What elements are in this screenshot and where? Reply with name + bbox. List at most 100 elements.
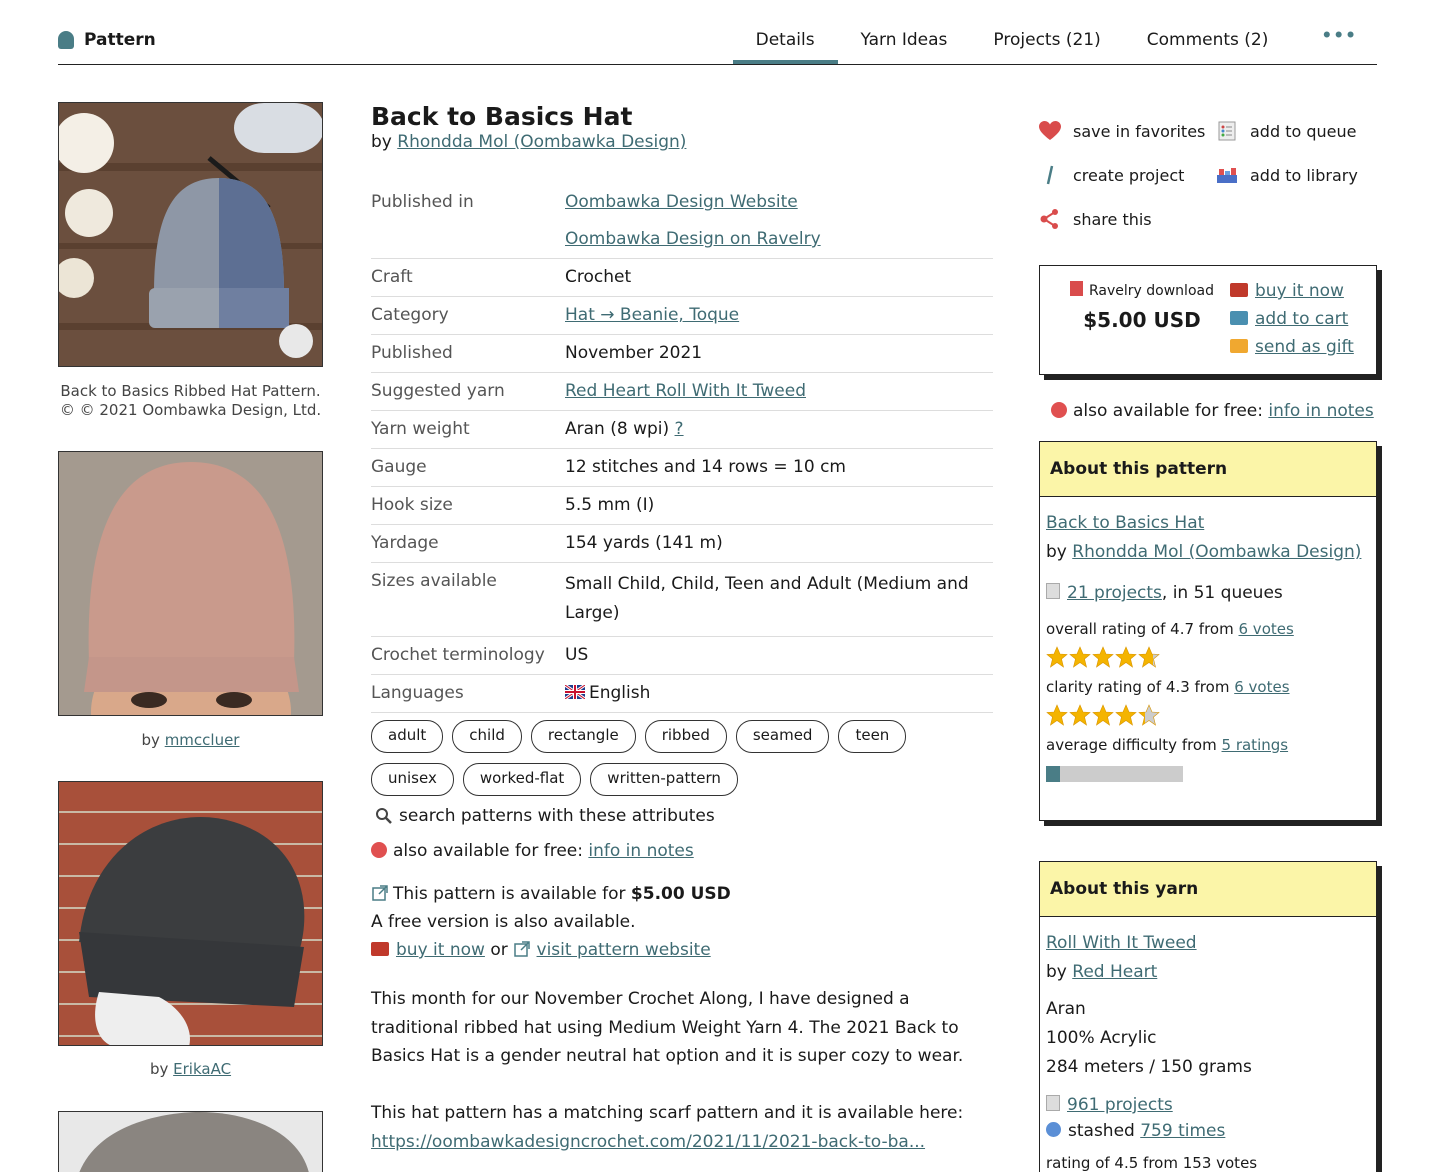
byline-by: by bbox=[371, 132, 392, 152]
buy-it-now-link[interactable]: buy it now bbox=[1255, 281, 1344, 301]
source-link-website[interactable]: Oombawka Design Website bbox=[565, 191, 993, 213]
designer-link[interactable]: Rhondda Mol (Oombawka Design) bbox=[397, 132, 686, 152]
about-pattern-panel: About this pattern Back to Basics Hat by… bbox=[1039, 441, 1377, 821]
rating-star bbox=[1138, 646, 1160, 668]
pattern-photo-4[interactable] bbox=[58, 1111, 323, 1172]
free-availability: also available for free: info in notes bbox=[371, 837, 694, 865]
add-queue-button[interactable]: add to queue bbox=[1216, 118, 1376, 144]
tag-teen[interactable]: teen bbox=[838, 720, 907, 753]
overall-votes-link[interactable]: 6 votes bbox=[1239, 620, 1294, 638]
magnifier-icon bbox=[376, 808, 392, 824]
save-favorites-label: save in favorites bbox=[1073, 121, 1206, 141]
tag-unisex[interactable]: unisex bbox=[371, 763, 454, 796]
detail-key: Sizes available bbox=[371, 571, 497, 591]
external-link-icon bbox=[514, 941, 530, 957]
purchase-options: buy it now add to cart send as gift bbox=[1230, 277, 1354, 361]
rating-star bbox=[1092, 704, 1114, 726]
category-link[interactable]: Hat → Beanie, Toque bbox=[565, 305, 739, 325]
tag-seamed[interactable]: seamed bbox=[735, 720, 830, 753]
tag-rectangle[interactable]: rectangle bbox=[530, 720, 636, 753]
pattern-photo-3[interactable] bbox=[58, 781, 323, 1046]
tab-comments[interactable]: Comments (2) bbox=[1124, 20, 1292, 64]
info-in-notes-link[interactable]: info in notes bbox=[1268, 401, 1373, 421]
user-link-erikaac[interactable]: ErikaAC bbox=[173, 1060, 231, 1078]
tab-projects[interactable]: Projects (21) bbox=[970, 20, 1123, 64]
rating-star bbox=[1069, 704, 1091, 726]
clarity-rating-stars bbox=[1046, 704, 1370, 726]
about-pattern-name-link[interactable]: Back to Basics Hat bbox=[1046, 509, 1370, 538]
add-library-button[interactable]: add to library bbox=[1216, 162, 1376, 188]
tag-adult[interactable]: adult bbox=[371, 720, 444, 753]
add-to-cart-link[interactable]: add to cart bbox=[1255, 309, 1348, 329]
download-price-value: $5.00 USD bbox=[1083, 308, 1201, 332]
also-free-label: also available for free: bbox=[393, 841, 583, 861]
suggested-yarn-link[interactable]: Red Heart Roll With It Tweed bbox=[565, 381, 806, 401]
yarn-name-link[interactable]: Roll With It Tweed bbox=[1046, 929, 1370, 958]
brand[interactable]: Pattern bbox=[58, 30, 156, 50]
difficulty-text: average difficulty from bbox=[1046, 736, 1217, 754]
photo-2-caption: by mmccluer bbox=[58, 731, 323, 750]
detail-key: Languages bbox=[371, 683, 464, 703]
create-project-button[interactable]: create project bbox=[1039, 162, 1216, 188]
external-link-icon bbox=[372, 885, 388, 901]
detail-value: Oombawka Design Website Oombawka Design … bbox=[565, 191, 993, 250]
user-link-mmccluer[interactable]: mmccluer bbox=[165, 731, 240, 749]
detail-row-gauge: Gauge 12 stitches and 14 rows = 10 cm bbox=[371, 449, 993, 487]
tag-worked-flat[interactable]: worked-flat bbox=[462, 763, 582, 796]
pattern-photo-2[interactable] bbox=[58, 451, 323, 716]
tag-child[interactable]: child bbox=[452, 720, 522, 753]
yarn-rating-text: rating of 4.5 from 153 votes bbox=[1046, 1154, 1258, 1172]
credit-card-icon bbox=[371, 942, 389, 956]
detail-row-suggested-yarn: Suggested yarn Red Heart Roll With It Tw… bbox=[371, 373, 993, 411]
pattern-projects-link[interactable]: 21 projects bbox=[1067, 583, 1162, 603]
pattern-queues-text: , in 51 queues bbox=[1161, 583, 1283, 603]
overall-rating-stars bbox=[1046, 646, 1370, 668]
free-badge-icon bbox=[371, 842, 387, 858]
scarf-pattern-link[interactable]: https://oombawkadesigncrochet.com/2021/1… bbox=[371, 1128, 996, 1157]
buy-now-link[interactable]: buy it now bbox=[396, 940, 485, 960]
tag-ribbed[interactable]: ribbed bbox=[644, 720, 727, 753]
rating-star bbox=[1138, 704, 1160, 726]
stashed-times-link[interactable]: 759 times bbox=[1140, 1121, 1225, 1141]
about-yarn-heading: About this yarn bbox=[1040, 862, 1376, 917]
difficulty-bar-fill bbox=[1046, 766, 1060, 782]
tab-yarn-ideas[interactable]: Yarn Ideas bbox=[838, 20, 971, 64]
difficulty-ratings-link[interactable]: 5 ratings bbox=[1222, 736, 1289, 754]
detail-value: US bbox=[565, 645, 589, 665]
yarn-projects-link[interactable]: 961 projects bbox=[1067, 1095, 1173, 1115]
send-as-gift-link[interactable]: send as gift bbox=[1255, 337, 1354, 357]
share-button[interactable]: share this bbox=[1039, 206, 1216, 232]
brand-label: Pattern bbox=[84, 30, 156, 50]
search-attributes-link[interactable]: search patterns with these attributes bbox=[375, 806, 715, 826]
detail-row-sizes: Sizes available Small Child, Child, Teen… bbox=[371, 563, 993, 637]
pattern-photo-1[interactable] bbox=[58, 102, 323, 367]
about-yarn-body: Roll With It Tweed by Red Heart Aran 100… bbox=[1040, 917, 1376, 1172]
credit-card-icon bbox=[1230, 283, 1248, 297]
detail-value: Aran (8 wpi) bbox=[565, 419, 670, 439]
add-library-label: add to library bbox=[1250, 165, 1358, 185]
shopping-bag-icon bbox=[1230, 311, 1248, 325]
detail-row-hook-size: Hook size 5.5 mm (I) bbox=[371, 487, 993, 525]
yarn-brand-link[interactable]: Red Heart bbox=[1072, 962, 1157, 982]
detail-key: Suggested yarn bbox=[371, 381, 505, 401]
detail-key: Yardage bbox=[371, 533, 439, 553]
visit-pattern-website-link[interactable]: visit pattern website bbox=[537, 940, 711, 960]
info-in-notes-link[interactable]: info in notes bbox=[588, 841, 693, 861]
tab-more-menu[interactable]: ••• bbox=[1291, 20, 1377, 64]
detail-row-terminology: Crochet terminology US bbox=[371, 637, 993, 675]
about-designer-link[interactable]: Rhondda Mol (Oombawka Design) bbox=[1072, 542, 1361, 562]
source-link-ravelry[interactable]: Oombawka Design on Ravelry bbox=[565, 228, 993, 250]
yarn-weight-help-link[interactable]: ? bbox=[675, 419, 684, 439]
tag-written-pattern[interactable]: written-pattern bbox=[590, 763, 738, 796]
detail-value: 12 stitches and 14 rows = 10 cm bbox=[565, 457, 846, 477]
pattern-byline: by Rhondda Mol (Oombawka Design) bbox=[371, 132, 686, 152]
rating-star bbox=[1115, 704, 1137, 726]
photo-1-caption: Back to Basics Ribbed Hat Pattern. © © 2… bbox=[58, 382, 323, 420]
clarity-votes-link[interactable]: 6 votes bbox=[1234, 678, 1289, 696]
tab-details[interactable]: Details bbox=[732, 20, 838, 64]
stash-icon bbox=[1046, 1122, 1061, 1137]
detail-value: November 2021 bbox=[565, 343, 703, 363]
save-favorites-button[interactable]: save in favorites bbox=[1039, 118, 1216, 144]
detail-key: Gauge bbox=[371, 457, 427, 477]
or-text: or bbox=[490, 940, 508, 960]
